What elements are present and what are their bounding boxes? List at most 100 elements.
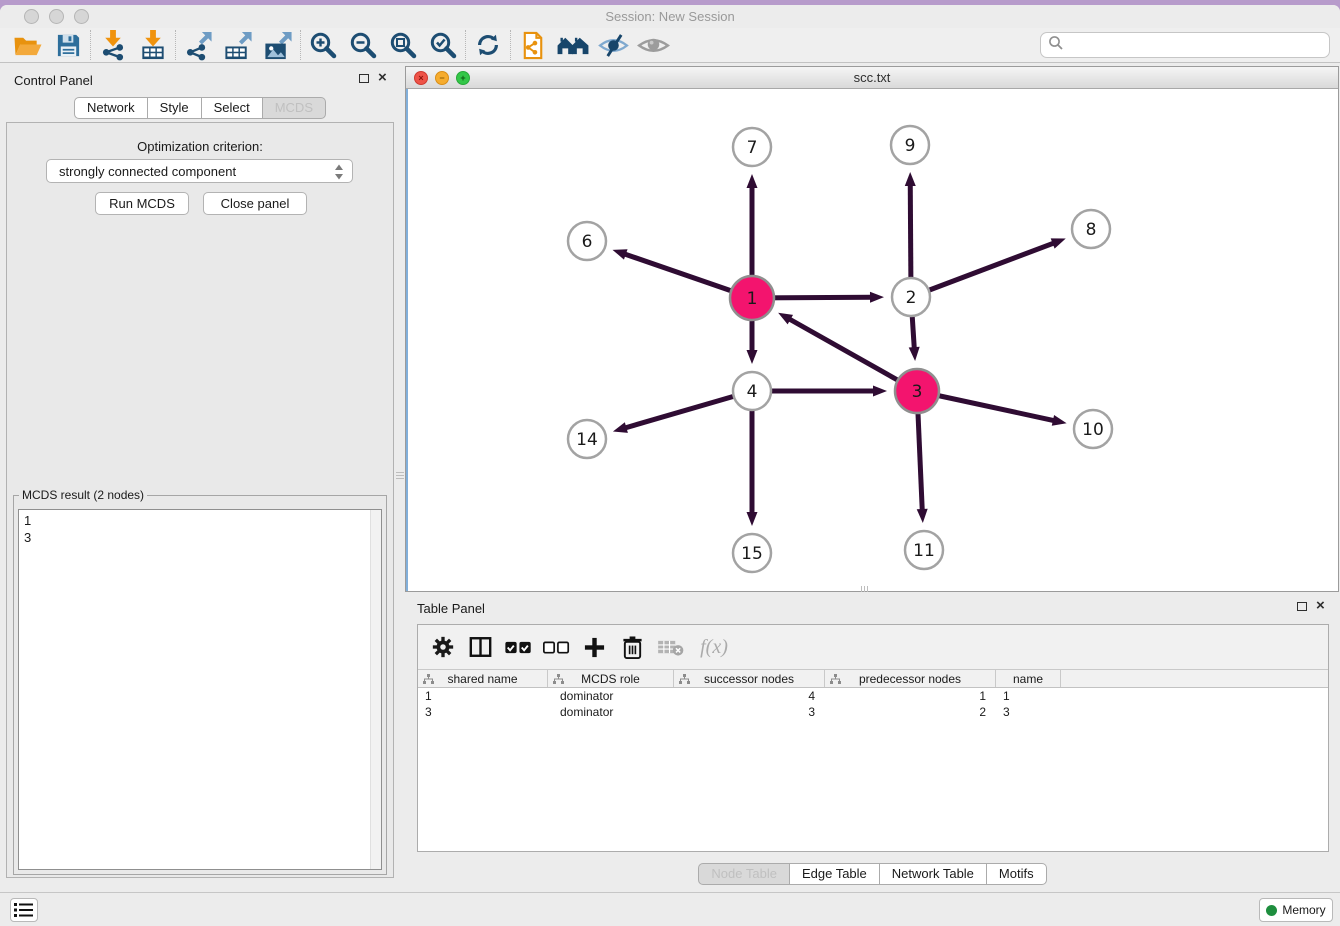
deselect-all-icon[interactable] — [542, 632, 571, 662]
cell-predecessor_nodes[interactable]: 1 — [825, 688, 996, 704]
task-history-button[interactable] — [10, 898, 38, 922]
tab-mcds[interactable]: MCDS — [263, 97, 326, 119]
scrollbar-track[interactable] — [370, 510, 381, 869]
network-file-icon[interactable] — [513, 29, 553, 61]
column-label: MCDS role — [581, 672, 640, 686]
edge-arrowhead — [909, 347, 920, 361]
tab-motifs[interactable]: Motifs — [987, 863, 1047, 885]
network-window-titlebar[interactable]: × − + scc.txt — [406, 67, 1338, 89]
edge-arrowhead — [613, 249, 628, 259]
export-table-icon[interactable] — [218, 29, 258, 61]
cell-shared_name[interactable]: 3 — [418, 704, 548, 720]
select-all-icon[interactable] — [504, 632, 533, 662]
cell-mcds_role[interactable]: dominator — [548, 688, 674, 704]
edge-arrowhead — [1051, 238, 1066, 248]
zoom-out-icon[interactable] — [343, 29, 383, 61]
import-network-icon[interactable] — [93, 29, 133, 61]
table-toolbar: f(x) — [418, 625, 1328, 669]
cell-mcds_role[interactable]: dominator — [548, 704, 674, 720]
memory-label: Memory — [1282, 903, 1325, 917]
table-row[interactable]: 3dominator323 — [418, 704, 1328, 720]
cell-shared_name[interactable]: 1 — [418, 688, 548, 704]
cell-successor_nodes[interactable]: 4 — [674, 688, 825, 704]
home-icon[interactable] — [553, 29, 593, 61]
select-value: strongly connected component — [59, 164, 236, 179]
network-graph[interactable]: 7968124314101511 — [408, 89, 1340, 593]
column-header-mcds_role[interactable]: MCDS role — [548, 670, 674, 687]
refresh-layout-icon[interactable] — [468, 29, 508, 61]
zoom-selected-icon[interactable] — [423, 29, 463, 61]
edge-arrowhead — [873, 386, 887, 397]
column-header-predecessor_nodes[interactable]: predecessor nodes — [825, 670, 996, 687]
node-label-14: 14 — [576, 430, 598, 450]
save-session-icon[interactable] — [48, 29, 88, 61]
splitter-grip-vertical[interactable] — [396, 466, 404, 484]
cell-name[interactable]: 3 — [996, 704, 1061, 720]
create-column-plus-icon[interactable] — [580, 632, 609, 662]
cell-name[interactable]: 1 — [996, 688, 1061, 704]
node-label-6: 6 — [582, 232, 593, 252]
cell-predecessor_nodes[interactable]: 2 — [825, 704, 996, 720]
column-header-name[interactable]: name — [996, 670, 1061, 687]
table-settings-gear-icon[interactable] — [428, 632, 457, 662]
close-panel-icon[interactable]: × — [1316, 601, 1325, 611]
memory-status-dot — [1266, 905, 1277, 916]
float-panel-icon[interactable] — [1297, 602, 1307, 611]
tab-node-table[interactable]: Node Table — [698, 863, 790, 885]
split-panel-icon[interactable] — [466, 632, 495, 662]
node-label-4: 4 — [747, 382, 758, 402]
close-panel-button[interactable]: Close panel — [203, 192, 307, 215]
cell-successor_nodes[interactable]: 3 — [674, 704, 825, 720]
memory-button[interactable]: Memory — [1259, 898, 1333, 922]
search-box[interactable] — [1040, 32, 1330, 58]
edge-arrowhead — [747, 512, 758, 526]
export-image-icon[interactable] — [258, 29, 298, 61]
network-canvas[interactable]: 7968124314101511 — [406, 89, 1338, 591]
export-network-icon[interactable] — [178, 29, 218, 61]
control-panel-tabs: NetworkStyleSelectMCDS — [0, 97, 400, 119]
delete-column-trash-icon[interactable] — [618, 632, 647, 662]
main-toolbar — [0, 28, 1340, 63]
delete-table-icon-disabled — [656, 632, 685, 662]
edge-arrowhead — [1052, 415, 1067, 426]
edge-2-8[interactable] — [911, 243, 1055, 297]
run-mcds-button[interactable]: Run MCDS — [95, 192, 189, 215]
toolbar-separator — [510, 30, 511, 60]
table-row[interactable]: 1dominator411 — [418, 688, 1328, 704]
float-panel-icon[interactable] — [359, 74, 369, 83]
splitter-grip-horizontal[interactable] — [855, 586, 873, 592]
tab-edge-table[interactable]: Edge Table — [790, 863, 880, 885]
tab-network[interactable]: Network — [74, 97, 148, 119]
open-session-icon[interactable] — [8, 29, 48, 61]
status-bar: Memory — [0, 892, 1340, 926]
table-body[interactable]: 1dominator4113dominator323 — [418, 688, 1328, 851]
edge-arrowhead — [613, 422, 628, 433]
node-table-panel: f(x) shared name MCDS role successor nodes… — [417, 624, 1329, 852]
column-header-shared_name[interactable]: shared name — [418, 670, 548, 687]
hide-panel-eye-icon[interactable] — [593, 29, 633, 61]
chevron-updown-icon — [334, 164, 344, 183]
flow-hierarchy-icon — [553, 674, 564, 688]
node-label-9: 9 — [905, 136, 916, 156]
optimization-criterion-select[interactable]: strongly connected component — [46, 159, 353, 183]
list-icon — [13, 901, 35, 919]
import-table-icon[interactable] — [133, 29, 173, 61]
table-header-row: shared name MCDS role successor nodes prede… — [418, 669, 1328, 688]
zoom-in-icon[interactable] — [303, 29, 343, 61]
tab-network-table[interactable]: Network Table — [880, 863, 987, 885]
close-panel-icon[interactable]: × — [378, 73, 387, 83]
zoom-fit-icon[interactable] — [383, 29, 423, 61]
show-panel-eye-icon[interactable] — [633, 29, 673, 61]
tab-select[interactable]: Select — [202, 97, 263, 119]
column-label: successor nodes — [704, 672, 794, 686]
column-header-successor_nodes[interactable]: successor nodes — [674, 670, 825, 687]
node-label-7: 7 — [747, 138, 758, 158]
mcds-result-line: 1 — [24, 512, 376, 529]
tab-style[interactable]: Style — [148, 97, 202, 119]
app-titlebar: Session: New Session — [0, 5, 1340, 28]
table-tabs: Node TableEdge TableNetwork TableMotifs — [405, 863, 1340, 885]
toolbar-separator — [300, 30, 301, 60]
mcds-result-area[interactable]: 13 — [18, 509, 382, 870]
search-input[interactable] — [1068, 35, 1329, 55]
edge-arrowhead — [870, 292, 884, 303]
